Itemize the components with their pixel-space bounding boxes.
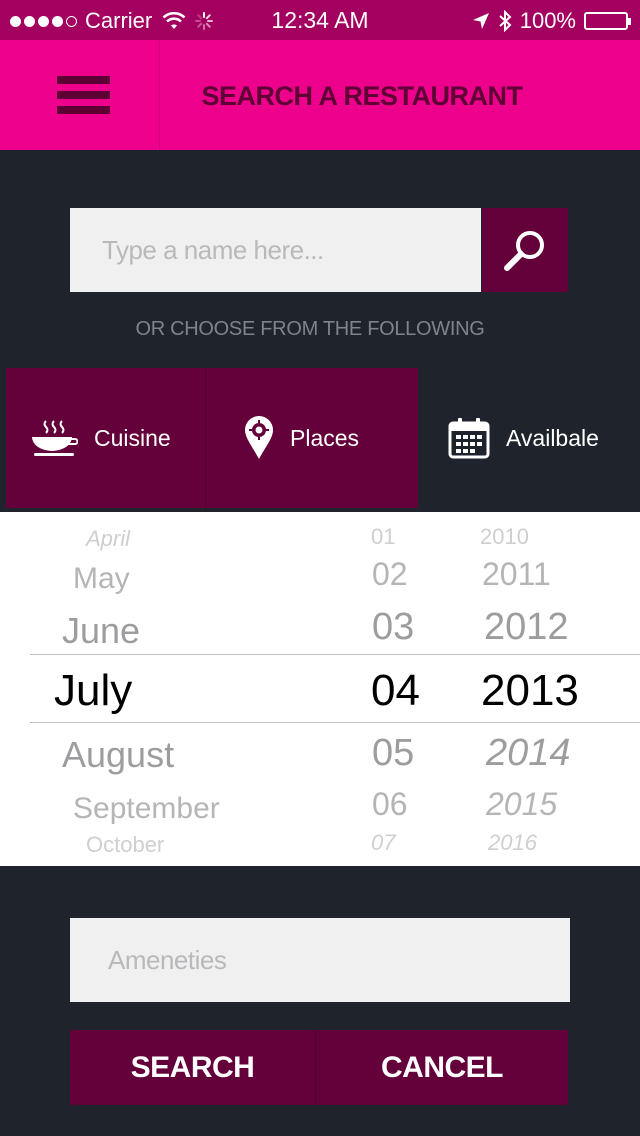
picker-month-selected[interactable]: July	[54, 666, 132, 716]
map-pin-icon	[244, 416, 274, 460]
soup-bowl-icon	[30, 419, 78, 457]
picker-year-option[interactable]: 2015	[486, 786, 557, 823]
choose-hint: OR CHOOSE FROM THE FOLLOWING	[135, 318, 485, 340]
picker-year-option[interactable]: 2010	[480, 524, 529, 550]
picker-month-option[interactable]: October	[86, 832, 164, 858]
picker-month-option[interactable]: August	[62, 734, 174, 776]
location-arrow-icon	[472, 12, 490, 30]
search-input[interactable]	[70, 208, 481, 292]
picker-day-option[interactable]: 06	[372, 786, 408, 823]
picker-day-option[interactable]: 03	[372, 606, 414, 649]
picker-selection-top	[30, 654, 640, 655]
tab-cuisine[interactable]: Cuisine	[6, 368, 206, 508]
status-right: 100%	[472, 8, 631, 34]
app-header: SEARCH A RESTAURANT	[0, 40, 640, 150]
date-picker[interactable]: April May June July August September Oct…	[0, 512, 640, 866]
picker-year-option[interactable]: 2011	[482, 556, 551, 593]
page-title: SEARCH A RESTAURANT	[201, 81, 524, 111]
search-submit-button[interactable]	[482, 208, 568, 292]
picker-month-option[interactable]: April	[86, 526, 130, 552]
picker-day-option[interactable]: 02	[372, 556, 408, 593]
menu-button[interactable]	[0, 40, 160, 150]
picker-year-option[interactable]: 2016	[488, 830, 537, 856]
picker-year-option[interactable]: 2014	[486, 732, 571, 775]
battery-percent: 100%	[519, 8, 576, 33]
cancel-button[interactable]: CANCEL	[316, 1030, 568, 1105]
calendar-icon	[448, 417, 490, 459]
picker-day-option[interactable]: 01	[371, 524, 395, 550]
picker-month-option[interactable]: September	[73, 792, 220, 826]
filter-tabs: Cuisine Places Availbale	[6, 368, 640, 508]
amenities-input[interactable]	[70, 918, 570, 1002]
picker-day-option[interactable]: 05	[372, 732, 414, 775]
picker-selection-bottom	[30, 722, 640, 723]
tab-available-label: Availbale	[506, 424, 599, 451]
search-icon	[501, 226, 549, 274]
tab-available[interactable]: Availbale	[418, 368, 640, 508]
status-bar: Carrier 12:34 AM 100%	[0, 0, 640, 40]
picker-year-option[interactable]: 2012	[484, 606, 569, 649]
battery-icon	[584, 12, 631, 30]
picker-day-selected[interactable]: 04	[371, 666, 420, 716]
tab-places-label: Places	[290, 424, 360, 451]
picker-year-selected[interactable]: 2013	[481, 666, 579, 716]
picker-month-option[interactable]: June	[62, 610, 140, 652]
search-button[interactable]: SEARCH	[70, 1030, 316, 1105]
tab-places[interactable]: Places	[206, 368, 418, 508]
tab-cuisine-label: Cuisine	[94, 424, 171, 451]
bluetooth-icon	[498, 10, 512, 32]
picker-month-option[interactable]: May	[73, 562, 130, 596]
picker-day-option[interactable]: 07	[371, 830, 395, 856]
